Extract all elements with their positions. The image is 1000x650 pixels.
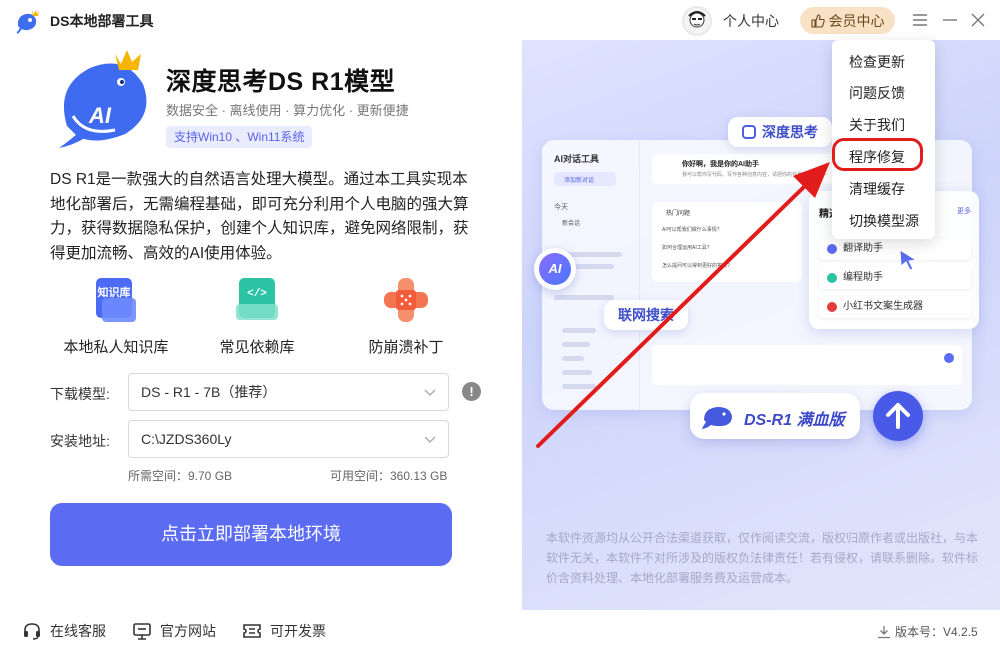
install-path-value: C:\JZDS360Ly	[141, 431, 232, 447]
online-service-label: 在线客服	[50, 623, 106, 639]
version-info: 版本号：V4.2.5	[877, 623, 978, 640]
preview-today: 今天	[554, 204, 568, 211]
headset-icon	[24, 623, 40, 640]
preview-greeting: 你好啊，我是你的AI助手	[682, 161, 759, 168]
feature-label: 防崩溃补丁	[368, 339, 444, 356]
vip-center-label: 会员中心	[828, 12, 885, 29]
preview-tool-title: AI对话工具	[554, 154, 600, 164]
preview-hot-title: 热门问题	[666, 211, 691, 217]
preview-tool-item: 编程助手	[819, 267, 971, 289]
ai-badge-icon: AI	[534, 248, 576, 290]
online-service-link[interactable]: 在线客服	[22, 621, 106, 641]
knowledge-base-icon-text: 知识库	[97, 285, 131, 299]
app-logo-icon	[16, 10, 39, 34]
thumbs-up-icon	[810, 13, 825, 28]
whale-icon	[702, 407, 732, 429]
chevron-down-icon	[424, 421, 436, 457]
product-description: DS R1是一款强大的自然语言处理大模型。通过本工具实现本地化部署后，无需编程基…	[50, 171, 469, 262]
invoice-link[interactable]: 可开发票	[242, 621, 326, 641]
preview-question: AI可以帮我们做什么事情?	[662, 227, 720, 233]
ds-r1-banner: DS-R1 满血版	[690, 393, 860, 439]
vip-center-button[interactable]: 会员中心	[800, 7, 895, 34]
cursor-pointer-icon	[899, 249, 918, 271]
required-space: 所需空间：9.70 GB	[128, 469, 233, 483]
deploy-button[interactable]: 点击立即部署本地环境	[50, 503, 452, 566]
model-select[interactable]: DS - R1 - 7B（推荐）	[128, 373, 449, 411]
feature-knowledge-base: 知识库 本地私人知识库	[46, 276, 186, 357]
disclaimer-text: 本软件资源均从公开合法渠道获取，仅作阅读交流，版权归原作者或出版社，与本软件无关…	[546, 531, 979, 585]
preview-input-box	[652, 345, 962, 385]
menu-item-clear-cache[interactable]: 清理缓存	[849, 179, 905, 199]
preview-line	[566, 252, 622, 257]
model-select-value: DS - R1 - 7B（推荐）	[141, 384, 277, 400]
preview-question: 怎么提问可以得到更好的答案?	[662, 263, 730, 269]
preview-question: 如何合理运用AI工具?	[662, 245, 710, 251]
menu-icon[interactable]	[908, 8, 932, 32]
official-website-link[interactable]: 官方网站	[132, 621, 216, 641]
knowledge-base-icon: 知识库	[92, 276, 140, 324]
ticket-icon	[243, 624, 261, 638]
model-label: 下载模型:	[50, 386, 110, 402]
deep-think-icon	[742, 125, 756, 139]
arrow-up-icon	[873, 391, 923, 441]
install-path-select[interactable]: C:\JZDS360Ly	[128, 420, 449, 458]
feature-crash-patch: 防崩溃补丁	[336, 276, 476, 357]
preview-add-chat-button: 添加新对话	[554, 172, 616, 186]
info-icon[interactable]: !	[462, 382, 481, 401]
preview-line	[562, 328, 596, 333]
user-avatar-icon	[684, 8, 710, 34]
dependency-library-icon: </>	[233, 276, 281, 324]
feature-label: 常见依赖库	[219, 339, 295, 356]
avatar[interactable]	[682, 6, 712, 36]
preview-tool-item: 翻译助手	[819, 238, 971, 260]
deep-think-label: 深度思考	[762, 124, 818, 140]
preview-add-chat-label: 添加新对话	[564, 178, 595, 184]
invoice-label: 可开发票	[270, 623, 326, 639]
preview-new-chat: 新会话	[562, 221, 581, 227]
monitor-icon	[133, 623, 151, 640]
preview-line	[562, 356, 584, 361]
preview-greeting-card: 你好啊，我是你的AI助手 我可以帮你写代码、写作各种创意内容，请把你的任务交给我…	[652, 154, 852, 184]
product-features-line: 数据安全 · 离线使用 · 算力优化 · 更新便捷	[166, 103, 409, 118]
preview-line	[562, 370, 592, 375]
preview-send-icon	[944, 353, 954, 363]
available-space: 可用空间：360.13 GB	[330, 469, 448, 483]
menu-item-feedback[interactable]: 问题反馈	[849, 83, 905, 103]
crash-patch-icon	[382, 276, 430, 324]
product-title: 深度思考DS R1模型	[166, 68, 396, 96]
os-support-badge: 支持Win10 、Win11系统	[166, 126, 313, 148]
web-search-tag: 联网搜索	[604, 300, 688, 330]
title-bar: DS本地部署工具 个人中心 会员中心	[0, 0, 1000, 40]
logo-ai-text: AI	[88, 103, 112, 128]
chevron-down-icon	[424, 374, 436, 410]
preview-greeting-sub: 我可以帮你写代码、写作各种创意内容，请把你的任务交给我吧～	[682, 172, 828, 178]
preview-tool-item: 小红书文案生成器	[819, 296, 971, 318]
preview-line	[562, 342, 590, 347]
whale-ai-logo: AI	[59, 50, 147, 148]
preview-more-link: 更多	[957, 208, 971, 215]
install-path-label: 安装地址:	[50, 433, 110, 449]
menu-item-about[interactable]: 关于我们	[849, 115, 905, 135]
version-label: 版本号：V4.2.5	[895, 625, 978, 639]
highlight-ring	[832, 138, 923, 171]
close-icon[interactable]	[966, 8, 990, 32]
preview-line	[562, 384, 596, 389]
dependency-icon-text: </>	[247, 288, 267, 300]
minimize-icon[interactable]	[938, 8, 962, 32]
menu-item-check-update[interactable]: 检查更新	[849, 52, 905, 72]
ds-banner-label: DS-R1 满血版	[744, 412, 845, 429]
personal-center-link[interactable]: 个人中心	[723, 11, 779, 31]
app-title: DS本地部署工具	[50, 13, 154, 29]
official-website-label: 官方网站	[160, 623, 216, 639]
preview-line	[554, 295, 614, 300]
preview-hot-questions: 热门问题 AI可以帮我们做什么事情? 如何合理运用AI工具? 怎么提问可以得到更…	[652, 202, 802, 282]
feature-dependency-library: </> 常见依赖库	[187, 276, 327, 357]
deep-think-tag: 深度思考	[728, 117, 832, 147]
feature-label: 本地私人知识库	[63, 339, 169, 356]
menu-item-switch-model-source[interactable]: 切换模型源	[849, 211, 919, 231]
download-icon	[878, 625, 890, 638]
